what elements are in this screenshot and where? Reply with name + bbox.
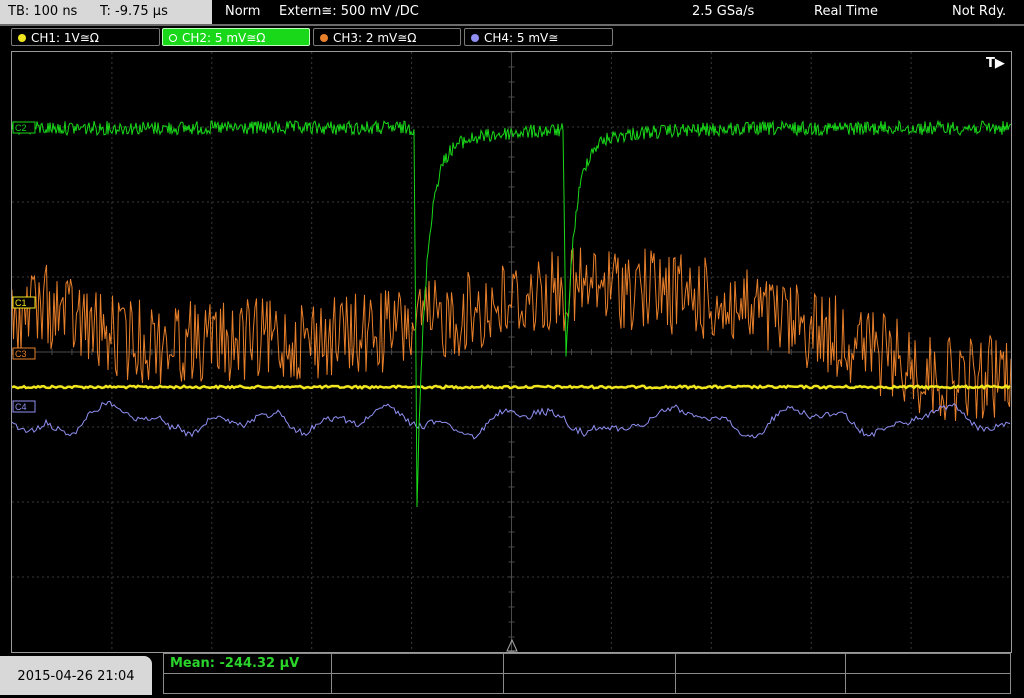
trigger-position-marker[interactable]: T▶ bbox=[986, 56, 1005, 71]
measurement-cell-6[interactable] bbox=[332, 674, 504, 693]
status-divider bbox=[0, 24, 1024, 26]
measurement-cell-7[interactable] bbox=[504, 674, 676, 693]
ch3-marker-text: C3 bbox=[15, 349, 27, 359]
measurement-panel[interactable]: Mean: -244.32 µV bbox=[163, 653, 1011, 694]
channel-tab-ch3[interactable]: CH3: 2 mV≅Ω bbox=[313, 28, 461, 46]
timebase-label: TB: 100 ns bbox=[8, 4, 78, 19]
status-bar: TB: 100 ns T: -9.75 µs Norm Extern≅: 500… bbox=[0, 0, 1024, 24]
ch1-marker[interactable]: C1 bbox=[12, 296, 36, 309]
measurement-cell-5[interactable] bbox=[164, 674, 332, 693]
ch3-dot-icon bbox=[320, 34, 328, 42]
measurement-cell-1[interactable]: Mean: -244.32 µV bbox=[164, 654, 332, 673]
trigger-mode[interactable]: Norm bbox=[225, 0, 260, 24]
measurement-cell-2[interactable] bbox=[332, 654, 504, 673]
ch1-marker-text: C1 bbox=[15, 298, 27, 308]
ch2-marker[interactable]: C2 bbox=[12, 121, 36, 134]
ch4-dot-icon bbox=[471, 34, 479, 42]
acquisition-mode: Real Time bbox=[814, 4, 878, 19]
measurement-cell-3[interactable] bbox=[504, 654, 676, 673]
measurement-cell-4[interactable] bbox=[676, 654, 846, 673]
channel-tab-ch1[interactable]: CH1: 1V≅Ω bbox=[11, 28, 160, 46]
timebase-box[interactable]: TB: 100 ns T: -9.75 µs bbox=[0, 0, 212, 24]
sample-rate: 2.5 GSa/s bbox=[692, 4, 755, 19]
ch3-label: CH3: 2 mV≅Ω bbox=[333, 31, 417, 45]
datetime-label: 2015-04-26 21:04 bbox=[17, 669, 135, 684]
measurement-cell-8[interactable] bbox=[676, 674, 846, 693]
channel-tab-ch2[interactable]: CH2: 5 mV≅Ω bbox=[162, 28, 310, 46]
ch1-dot-icon bbox=[18, 34, 26, 42]
waveform-display[interactable]: C2 C1 C3 C4 T▶ bbox=[11, 51, 1012, 653]
ch2-dot-icon bbox=[169, 34, 177, 42]
ch3-marker[interactable]: C3 bbox=[12, 347, 36, 360]
ch1-label: CH1: 1V≅Ω bbox=[31, 31, 99, 45]
datetime-box: 2015-04-26 21:04 bbox=[0, 656, 152, 695]
ch4-marker-text: C4 bbox=[15, 402, 27, 412]
ch4-marker[interactable]: C4 bbox=[12, 400, 36, 413]
channel-tab-ch4[interactable]: CH4: 5 mV≅ bbox=[464, 28, 613, 46]
trigger-time-label: T: -9.75 µs bbox=[100, 4, 168, 19]
trigger-source[interactable]: Extern≅: 500 mV ∕DC bbox=[279, 0, 419, 24]
waveform-svg: C2 C1 C3 C4 T▶ bbox=[11, 51, 1012, 653]
mean-measurement: Mean: -244.32 µV bbox=[170, 656, 300, 671]
ch2-marker-text: C2 bbox=[15, 123, 27, 133]
ch2-label: CH2: 5 mV≅Ω bbox=[182, 31, 266, 45]
ch4-label: CH4: 5 mV≅ bbox=[484, 31, 559, 45]
acquisition-state: Not Rdy. bbox=[952, 4, 1007, 19]
